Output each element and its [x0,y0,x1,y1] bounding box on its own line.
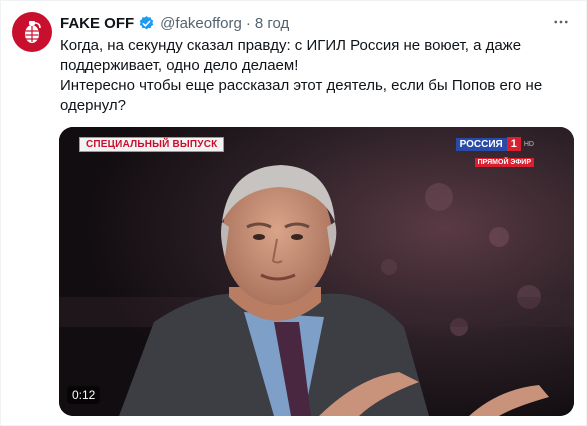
author-handle[interactable]: @fakeofforg [160,15,242,32]
avatar[interactable] [12,12,52,52]
program-banner: СПЕЦИАЛЬНЫЙ ВЫПУСК [79,137,225,152]
tweet-text-line: Интересно чтобы еще рассказал этот деяте… [60,77,543,114]
author-name[interactable]: FAKE OFF [60,15,134,32]
verified-badge-icon [138,15,155,32]
live-label: ПРЯМОЙ ЭФИР [474,158,534,167]
channel-name: РОССИЯ [455,137,507,151]
tweet-text: Когда, на секунду сказал правду: с ИГИЛ … [60,36,570,116]
tweet-timestamp[interactable]: 8 год [255,15,289,32]
tweet-text-line: Когда, на секунду сказал правду: с ИГИЛ … [60,37,522,74]
channel-number: 1 [506,137,521,151]
more-options-icon[interactable] [552,13,570,36]
tweet-header: FAKE OFF @fakeofforg · 8 год [60,13,566,33]
separator-dot: · [245,14,251,32]
video-frame [59,127,574,416]
channel-hd-label: HD [523,140,534,148]
channel-logo: РОССИЯ 1 HD ПРЯМОЙ ЭФИР [455,137,534,169]
grenade-logo-icon [25,21,41,43]
video-player[interactable]: СПЕЦИАЛЬНЫЙ ВЫПУСК РОССИЯ 1 HD ПРЯМОЙ ЭФ… [59,127,574,416]
tweet-card[interactable]: FAKE OFF @fakeofforg · 8 год Когда, на с… [0,0,587,426]
video-duration: 0:12 [67,386,101,404]
